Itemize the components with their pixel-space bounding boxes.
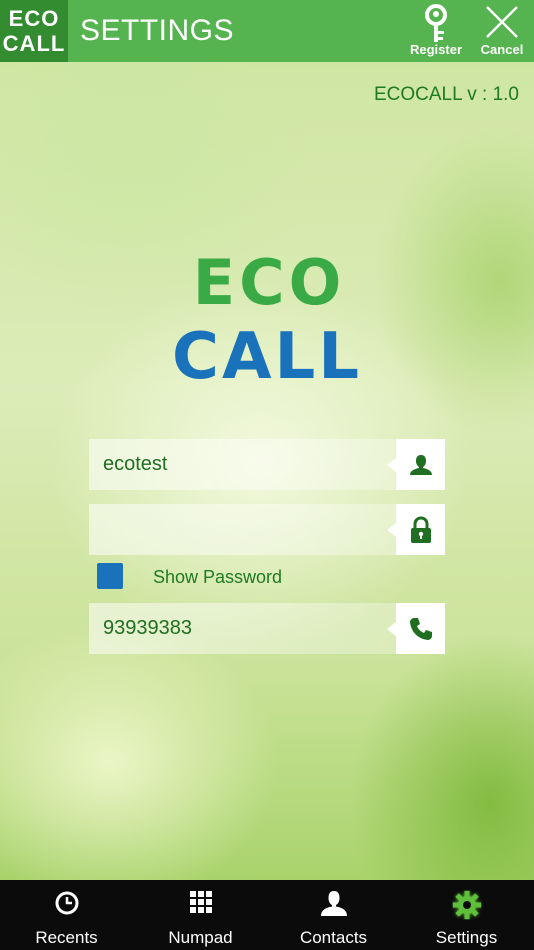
close-icon xyxy=(486,6,518,38)
username-input[interactable] xyxy=(89,439,396,490)
cancel-button[interactable]: Cancel xyxy=(474,0,530,62)
lock-icon xyxy=(410,515,431,543)
show-password-label: Show Password xyxy=(153,567,283,587)
phone-icon-cell xyxy=(387,603,445,654)
user-icon xyxy=(409,454,432,475)
nav-contacts-label: Contacts xyxy=(299,928,368,947)
app-header: ECO CALL SETTINGS Register Cancel xyxy=(0,0,534,62)
username-field-group xyxy=(89,439,445,490)
show-password-row: Show Password xyxy=(97,563,357,591)
bottom-nav: Recents Numpad Contacts Settings xyxy=(0,880,534,950)
nav-recents[interactable]: Recents xyxy=(0,880,133,950)
cancel-label: Cancel xyxy=(480,42,524,57)
app-logo: ECO CALL xyxy=(0,0,68,62)
gear-icon xyxy=(452,891,481,919)
clock-icon xyxy=(55,891,78,915)
phone-icon xyxy=(409,617,432,640)
password-field-group xyxy=(89,504,445,555)
nav-numpad-label: Numpad xyxy=(168,928,233,947)
phone-field-group xyxy=(89,603,445,654)
brand-eco: ECO xyxy=(192,246,346,319)
version-text: ECOCALL v : 1.0 xyxy=(373,84,519,105)
logo-line-call: CALL xyxy=(2,31,66,56)
nav-contacts[interactable]: Contacts xyxy=(267,880,400,950)
person-icon xyxy=(320,891,347,916)
password-input[interactable] xyxy=(89,504,396,555)
show-password-checkbox[interactable] xyxy=(97,563,123,589)
nav-recents-label: Recents xyxy=(35,928,98,947)
grid-icon xyxy=(189,891,212,913)
key-icon xyxy=(425,4,447,42)
username-icon-cell xyxy=(387,439,445,490)
brand-call: CALL xyxy=(171,320,363,394)
nav-numpad[interactable]: Numpad xyxy=(134,880,267,950)
nav-settings[interactable]: Settings xyxy=(400,880,533,950)
phone-input[interactable] xyxy=(89,603,396,654)
logo-line-eco: ECO xyxy=(8,6,60,31)
register-button[interactable]: Register xyxy=(404,0,468,62)
page-title: SETTINGS xyxy=(80,14,235,47)
register-label: Register xyxy=(409,42,463,57)
password-icon-cell xyxy=(387,504,445,555)
nav-settings-label: Settings xyxy=(435,928,498,947)
